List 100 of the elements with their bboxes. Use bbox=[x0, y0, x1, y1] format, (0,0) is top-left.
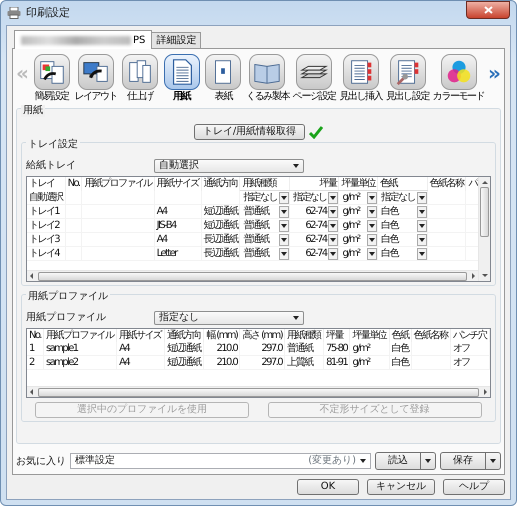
column-header[interactable]: 通紙方向 bbox=[164, 329, 204, 342]
vertical-scrollbar[interactable] bbox=[478, 177, 490, 281]
column-header[interactable]: 坪量単位 bbox=[350, 329, 390, 342]
column-header[interactable]: No. bbox=[27, 329, 44, 342]
table-dropdown[interactable]: 普通紙 bbox=[240, 219, 289, 232]
table-cell: トレイ1 bbox=[27, 204, 66, 218]
column-header[interactable]: 用紙種類 bbox=[240, 177, 290, 190]
table-cell: A4 bbox=[116, 342, 164, 356]
field-label: 用紙プロファイル bbox=[26, 310, 107, 325]
profile-select[interactable]: 指定なし bbox=[154, 310, 304, 324]
table-dropdown[interactable]: g/m² bbox=[339, 205, 378, 218]
table-dropdown[interactable]: 白色 bbox=[378, 247, 427, 260]
table-cell: トレイ3 bbox=[27, 232, 66, 246]
horizontal-scrollbar[interactable] bbox=[27, 386, 490, 397]
table-cell: 81-91 bbox=[324, 356, 350, 370]
table-dropdown[interactable]: 62-74 bbox=[290, 219, 338, 232]
table-cell: 短辺通紙 bbox=[201, 218, 240, 232]
column-header[interactable]: トレイ bbox=[27, 177, 66, 190]
column-header[interactable]: 色紙名称 bbox=[427, 177, 466, 190]
table-dropdown[interactable]: g/m² bbox=[339, 233, 378, 246]
split-button[interactable]: 保存 bbox=[440, 452, 501, 470]
table-cell: g/m² bbox=[350, 342, 390, 356]
close-button[interactable] bbox=[466, 1, 510, 19]
table-dropdown[interactable]: g/m² bbox=[339, 191, 378, 204]
favorites-combobox[interactable]: 標準設定 (変更あり) bbox=[70, 453, 371, 469]
table-cell: A4 bbox=[154, 232, 202, 246]
column-header[interactable]: 坪量単位 bbox=[338, 177, 378, 190]
table-cell: オフ bbox=[450, 356, 490, 370]
horizontal-scrollbar[interactable] bbox=[27, 270, 478, 281]
table-cell: 自動選択 bbox=[27, 190, 66, 204]
table-cell: sample1 bbox=[44, 342, 117, 356]
printer-icon bbox=[7, 7, 21, 19]
group-title: 用紙プロファイル bbox=[26, 291, 110, 303]
column-header[interactable]: 用紙プロファイル bbox=[82, 177, 154, 190]
close-icon bbox=[484, 6, 492, 14]
table-cell: 短辺通紙 bbox=[201, 204, 240, 218]
window-title: 印刷設定 bbox=[26, 4, 70, 21]
split-button[interactable]: 読込 bbox=[375, 452, 436, 470]
column-header[interactable]: 坪量 bbox=[324, 329, 350, 342]
table-cell: g/m² bbox=[350, 356, 390, 370]
field-label: お気に入り bbox=[16, 454, 66, 468]
column-header[interactable]: 坪量 bbox=[289, 177, 339, 190]
table-cell: 210.0 bbox=[203, 342, 240, 356]
table-dropdown[interactable]: 62-74 bbox=[290, 247, 338, 260]
column-header[interactable]: 色紙 bbox=[378, 177, 428, 190]
feed-tray-select[interactable]: 自動選択 bbox=[154, 158, 304, 172]
column-header[interactable]: 色紙名称 bbox=[411, 329, 450, 342]
table-cell: 普通紙 bbox=[284, 342, 324, 356]
table-cell: 長辺通紙 bbox=[201, 246, 240, 260]
table-cell: A4 bbox=[116, 356, 164, 370]
column-header[interactable]: パンチ穴 bbox=[450, 329, 490, 342]
table-cell: 白色 bbox=[389, 342, 412, 356]
table-dropdown[interactable]: g/m² bbox=[339, 219, 378, 232]
table-cell: 白色 bbox=[389, 356, 412, 370]
table-dropdown[interactable]: 62-74 bbox=[290, 233, 338, 246]
table-cell: 長辺通紙 bbox=[201, 232, 240, 246]
scroll-right-button[interactable]: » bbox=[488, 54, 501, 92]
group-title: 用紙 bbox=[21, 105, 45, 117]
table-cell: 上質紙 bbox=[284, 356, 324, 370]
field-label: 給紙トレイ bbox=[26, 159, 77, 173]
table-dropdown[interactable]: 白色 bbox=[378, 205, 427, 218]
table-cell: 210.0 bbox=[203, 356, 240, 370]
group-title: トレイ設定 bbox=[26, 139, 80, 151]
dialog-button[interactable]: ヘルプ bbox=[443, 479, 505, 495]
table-cell: 297.0 bbox=[240, 342, 284, 356]
table-dropdown[interactable]: 白色 bbox=[378, 233, 427, 246]
dialog-button[interactable]: キャンセル bbox=[367, 479, 435, 495]
table-cell: 75-80 bbox=[324, 342, 350, 356]
table-dropdown[interactable]: 指定なし bbox=[290, 191, 338, 204]
table-dropdown[interactable]: 指定なし bbox=[378, 191, 427, 204]
table-dropdown[interactable]: 白色 bbox=[378, 219, 427, 232]
column-header[interactable]: 幅 (mm) bbox=[203, 329, 240, 342]
column-header[interactable]: 用紙サイズ bbox=[154, 177, 202, 190]
table-cell: Letter bbox=[154, 246, 202, 260]
column-header[interactable]: No. bbox=[65, 177, 82, 190]
table-dropdown[interactable]: 指定なし bbox=[240, 191, 289, 204]
table-cell: トレイ4 bbox=[27, 246, 66, 260]
fetch-button[interactable]: トレイ/用紙情報取得 bbox=[194, 124, 306, 140]
column-header[interactable]: 色紙 bbox=[389, 329, 412, 342]
table-dropdown[interactable]: 普通紙 bbox=[240, 233, 289, 246]
table-cell: 短辺通紙 bbox=[164, 356, 204, 370]
dialog-button[interactable]: OK bbox=[297, 479, 359, 495]
tab[interactable]: PS bbox=[14, 30, 152, 49]
table-cell: A4 bbox=[154, 204, 202, 218]
table-cell: JIS-B4 bbox=[154, 218, 202, 232]
column-header[interactable]: 通紙方向 bbox=[201, 177, 240, 190]
table-cell: 297.0 bbox=[240, 356, 284, 370]
column-header[interactable]: 高さ (mm) bbox=[240, 329, 284, 342]
table-cell: 1 bbox=[27, 342, 44, 356]
table-cell: 短辺通紙 bbox=[164, 342, 204, 356]
table-dropdown[interactable]: 普通紙 bbox=[240, 205, 289, 218]
table-cell: 2 bbox=[27, 356, 44, 370]
tab[interactable]: 詳細設定 bbox=[151, 32, 202, 48]
table-dropdown[interactable]: g/m² bbox=[339, 247, 378, 260]
table-cell: sample2 bbox=[44, 356, 117, 370]
column-header[interactable]: 用紙プロファイル bbox=[44, 329, 117, 342]
table-dropdown[interactable]: 普通紙 bbox=[240, 247, 289, 260]
column-header[interactable]: 用紙サイズ bbox=[116, 329, 164, 342]
table-dropdown[interactable]: 62-74 bbox=[290, 205, 338, 218]
column-header[interactable]: 用紙種類 bbox=[284, 329, 324, 342]
